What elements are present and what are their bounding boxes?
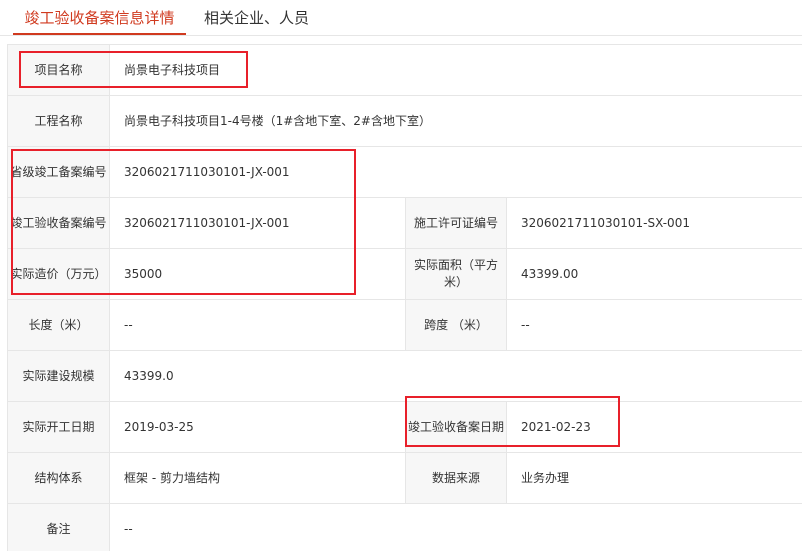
row-provincial-record-no: 省级竣工备案编号 3206021711030101-JX-001 [8,147,802,198]
actual-scale-value: 43399.0 [110,351,802,401]
record-date-value: 2021-02-23 [507,402,802,452]
data-source-label: 数据来源 [406,453,507,503]
construction-permit-no-value: 3206021711030101-SX-001 [507,198,802,248]
structure-system-label: 结构体系 [8,453,110,503]
span-value: -- [507,300,802,350]
actual-cost-value: 35000 [110,249,406,299]
completion-record-no-value: 3206021711030101-JX-001 [110,198,406,248]
length-label: 长度（米） [8,300,110,350]
row-length-span: 长度（米） -- 跨度 （米） -- [8,300,802,351]
row-record-numbers: 竣工验收备案编号 3206021711030101-JX-001 施工许可证编号… [8,198,802,249]
row-cost-area: 实际造价（万元） 35000 实际面积（平方米） 43399.00 [8,249,802,300]
row-structure-source: 结构体系 框架 - 剪力墙结构 数据来源 业务办理 [8,453,802,504]
row-dates: 实际开工日期 2019-03-25 竣工验收备案日期 2021-02-23 [8,402,802,453]
tab-completion-record-details[interactable]: 竣工验收备案信息详情 [13,8,186,35]
provincial-record-no-label: 省级竣工备案编号 [8,147,110,197]
provincial-record-no-value: 3206021711030101-JX-001 [110,147,802,197]
remarks-label: 备注 [8,504,110,551]
data-source-value: 业务办理 [507,453,802,503]
actual-start-date-label: 实际开工日期 [8,402,110,452]
actual-cost-label: 实际造价（万元） [8,249,110,299]
record-details-table: 项目名称 尚景电子科技项目 工程名称 尚景电子科技项目1-4号楼（1#含地下室、… [7,44,802,551]
row-actual-scale: 实际建设规模 43399.0 [8,351,802,402]
completion-record-no-label: 竣工验收备案编号 [8,198,110,248]
project-name-label: 项目名称 [8,45,110,95]
row-project-name: 项目名称 尚景电子科技项目 [8,45,802,96]
structure-system-value: 框架 - 剪力墙结构 [110,453,406,503]
engineering-name-value: 尚景电子科技项目1-4号楼（1#含地下室、2#含地下室） [110,96,802,146]
actual-start-date-value: 2019-03-25 [110,402,406,452]
actual-area-label: 实际面积（平方米） [406,249,507,299]
actual-area-value: 43399.00 [507,249,802,299]
actual-scale-label: 实际建设规模 [8,351,110,401]
construction-permit-no-label: 施工许可证编号 [406,198,507,248]
record-date-label: 竣工验收备案日期 [406,402,507,452]
length-value: -- [110,300,406,350]
engineering-name-label: 工程名称 [8,96,110,146]
tab-related-companies-personnel[interactable]: 相关企业、人员 [204,8,309,28]
tab-bar: 竣工验收备案信息详情 相关企业、人员 [0,0,802,36]
row-remarks: 备注 -- [8,504,802,551]
project-name-value: 尚景电子科技项目 [110,45,802,95]
row-engineering-name: 工程名称 尚景电子科技项目1-4号楼（1#含地下室、2#含地下室） [8,96,802,147]
span-label: 跨度 （米） [406,300,507,350]
remarks-value: -- [110,504,802,551]
